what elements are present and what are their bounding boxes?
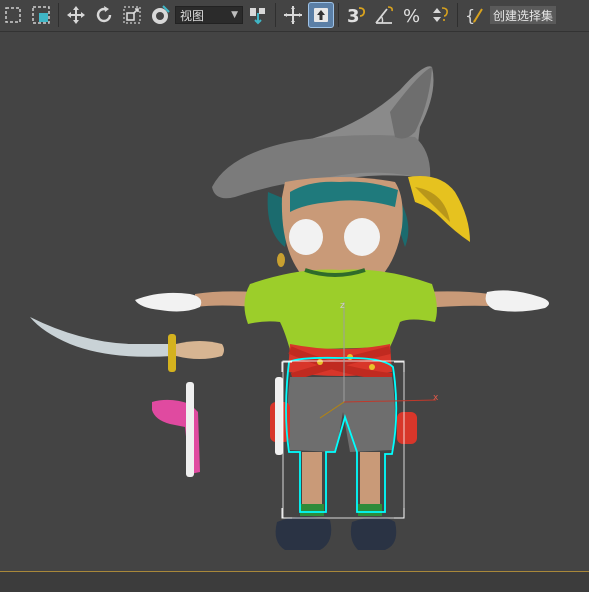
toolbar-separator	[338, 3, 339, 27]
select-rotate-icon[interactable]	[91, 2, 117, 28]
angle-snap-icon[interactable]	[371, 2, 397, 28]
select-move-icon[interactable]	[63, 2, 89, 28]
select-region-icon[interactable]	[0, 2, 26, 28]
toolbar-separator	[275, 3, 276, 27]
sword-prop	[30, 317, 224, 372]
edit-named-selection-icon[interactable]: {	[462, 2, 488, 28]
z-axis-label: z	[340, 301, 345, 311]
perspective-viewport[interactable]: z x	[0, 31, 589, 572]
percent-snap-icon[interactable]: %	[399, 2, 425, 28]
pistol-prop	[152, 382, 200, 477]
select-manipulate-icon[interactable]	[280, 2, 306, 28]
window-crossing-icon[interactable]	[28, 2, 54, 28]
pivot-center-icon[interactable]	[245, 2, 271, 28]
snaps-toggle-icon[interactable]: 3	[343, 2, 369, 28]
toolbar-separator	[457, 3, 458, 27]
named-selection-set-field[interactable]: 创建选择集	[490, 6, 557, 24]
chevron-down-icon: ▼	[231, 10, 238, 20]
spinner-snap-icon[interactable]	[427, 2, 453, 28]
select-scale-icon[interactable]	[119, 2, 145, 28]
percent-snap-label: %	[403, 6, 420, 26]
main-toolbar: 视图 ▼ 3 % { 创建选择集	[0, 0, 589, 30]
viewport-scene: z x	[30, 66, 549, 550]
keyboard-shortcut-override-icon[interactable]	[308, 2, 334, 28]
toolbar-separator	[58, 3, 59, 27]
snaps-toggle-label: 3	[347, 6, 360, 26]
select-place-icon[interactable]	[147, 2, 173, 28]
character-shorts	[287, 377, 395, 452]
character-legs	[275, 452, 397, 550]
viewport-bottom-border	[0, 571, 589, 592]
reference-coordinate-value: 视图	[180, 8, 205, 23]
x-axis-label: x	[433, 393, 439, 403]
reference-coordinate-dropdown[interactable]: 视图 ▼	[175, 6, 243, 24]
